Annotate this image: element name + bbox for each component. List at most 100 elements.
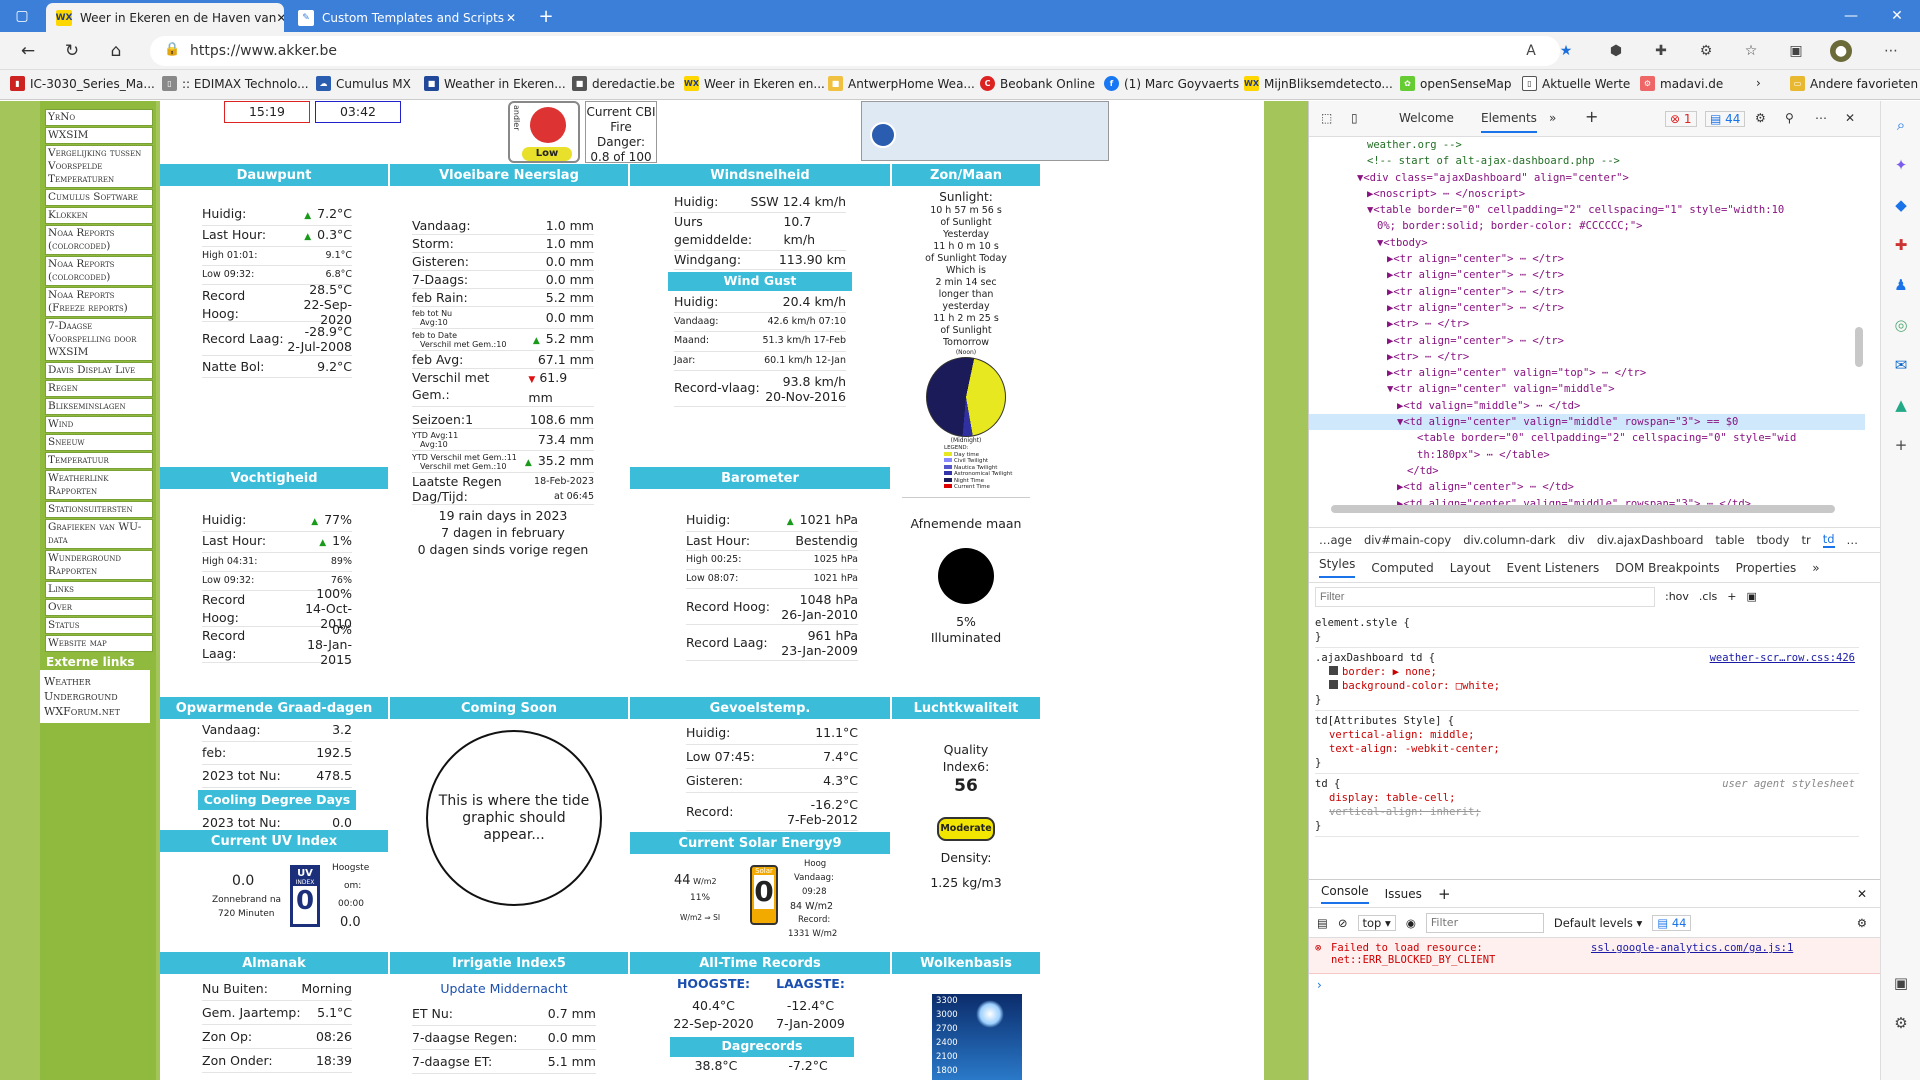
sidebar-item[interactable]: WXSIM bbox=[45, 127, 153, 144]
copilot-icon[interactable]: ✦ bbox=[1889, 153, 1913, 177]
sidebar-item[interactable]: Wunderground Rapporten bbox=[45, 550, 153, 580]
dom-node[interactable]: ▶<tr align="center"> ⋯ </tr> bbox=[1309, 267, 1865, 283]
close-devtools-icon[interactable]: ✕ bbox=[1845, 111, 1855, 125]
fav-item[interactable]: WX MijnBliksemdetecto... bbox=[1244, 76, 1393, 91]
add-sidebar-app-icon[interactable]: + bbox=[1889, 433, 1913, 457]
dom-node-selected[interactable]: ▼<td align="center" valign="middle" rows… bbox=[1309, 414, 1865, 431]
sidebar-item[interactable]: Over bbox=[45, 599, 153, 616]
dom-node[interactable]: </td> bbox=[1309, 463, 1865, 479]
update-midnight-link[interactable]: Update Middernacht bbox=[412, 977, 596, 1000]
home-icon[interactable]: ⌂ bbox=[102, 38, 130, 64]
close-drawer-icon[interactable]: ✕ bbox=[1857, 887, 1867, 901]
fav-item[interactable]: f (1) Marc Goyvaerts bbox=[1104, 76, 1239, 91]
sidebar-item[interactable]: Weatherlink Rapporten bbox=[45, 470, 153, 500]
console-tab[interactable]: Console bbox=[1321, 884, 1369, 904]
dom-node[interactable]: ▶<td valign="middle"> ⋯ </td> bbox=[1309, 398, 1865, 414]
context-select[interactable]: top ▾ bbox=[1357, 914, 1396, 931]
sidebar-item[interactable]: Regen bbox=[45, 380, 153, 397]
vertical-scrollbar[interactable] bbox=[1855, 327, 1863, 367]
issue-count-badge[interactable]: ▤ 44 bbox=[1652, 914, 1692, 931]
dom-node[interactable]: th:180px"> ⋯ </table> bbox=[1309, 447, 1865, 463]
console-sidebar-icon[interactable]: ▤ bbox=[1317, 916, 1328, 930]
fav-item[interactable]: ✿ openSenseMap bbox=[1400, 76, 1512, 91]
dom-node[interactable]: ▶<tr align="center"> ⋯ </tr> bbox=[1309, 251, 1865, 267]
devtools-tab-elements[interactable]: Elements bbox=[1481, 111, 1537, 133]
breadcrumb-item[interactable]: … bbox=[1847, 533, 1859, 547]
sidebar-item[interactable]: Noaa Reports (colorcoded) bbox=[45, 256, 153, 286]
property-checkbox[interactable] bbox=[1329, 680, 1338, 689]
tab-custom-templates[interactable]: ✎ Custom Templates and Scripts ✕ bbox=[288, 3, 526, 32]
external-link[interactable]: WXForum.net bbox=[44, 704, 146, 719]
sidebar-layout-icon[interactable]: ▣ bbox=[1889, 971, 1913, 995]
breadcrumb-item[interactable]: table bbox=[1715, 533, 1744, 547]
sidebar-item[interactable]: Sneeuw bbox=[45, 434, 153, 451]
connect-icon[interactable]: ⚲ bbox=[1785, 111, 1794, 125]
more-tabs-icon[interactable]: » bbox=[1549, 111, 1556, 125]
cls-toggle[interactable]: .cls bbox=[1699, 590, 1717, 604]
dom-node[interactable]: ▼<div class="ajaxDashboard" align="cente… bbox=[1309, 170, 1865, 186]
sidebar-item[interactable]: YrNo bbox=[45, 109, 153, 126]
dom-node[interactable]: 0%; border:solid; border-color: #CCCCCC;… bbox=[1309, 218, 1865, 234]
search-icon[interactable]: ⌕ bbox=[1889, 113, 1913, 137]
breadcrumb-item[interactable]: td bbox=[1822, 532, 1835, 548]
dom-node[interactable]: ▶<tr align="center"> ⋯ </tr> bbox=[1309, 333, 1865, 349]
dom-node[interactable]: ▶<tr align="center" valign="top"> ⋯ </tr… bbox=[1309, 365, 1865, 381]
rule-source[interactable]: user agent stylesheet bbox=[1722, 777, 1855, 791]
collections-icon[interactable]: ▣ bbox=[1785, 40, 1807, 62]
games-icon[interactable]: ♟ bbox=[1889, 273, 1913, 297]
sidebar-item[interactable]: Stationsuitersten bbox=[45, 501, 153, 518]
style-property[interactable]: display: table-cell; bbox=[1329, 792, 1455, 804]
sidebar-item[interactable]: Cumulus Software bbox=[45, 189, 153, 206]
fav-item[interactable]: ▮ IC-3030_Series_Ma... bbox=[10, 76, 155, 91]
styles-tab[interactable]: Computed bbox=[1371, 561, 1433, 575]
sidebar-item[interactable]: Grafieken van WU-data bbox=[45, 519, 153, 549]
fav-item[interactable]: C Beobank Online bbox=[980, 76, 1095, 91]
styles-tab[interactable]: DOM Breakpoints bbox=[1615, 561, 1719, 575]
dom-node[interactable]: ▶<td align="center"> ⋯ </td> bbox=[1309, 479, 1865, 495]
fav-folder[interactable]: ▭ Andere favorieten bbox=[1790, 76, 1918, 91]
sidebar-item[interactable]: Links bbox=[45, 581, 153, 598]
live-expression-icon[interactable]: ◉ bbox=[1406, 916, 1416, 930]
property-checkbox[interactable] bbox=[1329, 666, 1338, 675]
fav-item[interactable]: WX Weer in Ekeren en... bbox=[684, 76, 825, 91]
dom-node[interactable]: <!-- start of alt-ajax-dashboard.php --> bbox=[1309, 153, 1865, 169]
dom-node[interactable]: ▶<tr> ⋯ </tr> bbox=[1309, 349, 1865, 365]
breadcrumb-item[interactable]: div.column-dark bbox=[1463, 533, 1555, 547]
styles-tab[interactable]: Styles bbox=[1319, 557, 1356, 578]
new-tab-icon[interactable]: + bbox=[530, 0, 562, 32]
dom-tree[interactable]: weather.org --> <!-- start of alt-ajax-da… bbox=[1309, 137, 1865, 517]
fav-item[interactable]: ■ Weather in Ekeren... bbox=[424, 76, 566, 91]
computed-sidebar-icon[interactable]: ▣ bbox=[1746, 590, 1756, 604]
settings-gear-icon[interactable]: ⚙ bbox=[1755, 111, 1766, 125]
sidebar-item[interactable]: Davis Display Live bbox=[45, 362, 153, 379]
style-property[interactable]: vertical-align: middle; bbox=[1329, 729, 1474, 741]
sidebar-item[interactable]: 7-Daagse Voorspelling door WXSIM bbox=[45, 318, 153, 361]
extension-icon[interactable]: ⬢ bbox=[1605, 40, 1627, 62]
console-filter-input[interactable] bbox=[1425, 912, 1544, 933]
hov-toggle[interactable]: :hov bbox=[1665, 590, 1689, 604]
sidebar-item[interactable]: Noaa Reports (Freeze reports) bbox=[45, 287, 153, 317]
url-input[interactable]: 🔒 https://www.akker.be bbox=[150, 36, 1560, 66]
refresh-icon[interactable]: ↻ bbox=[58, 38, 86, 64]
sidebar-item[interactable]: Website map bbox=[45, 635, 153, 652]
minimize-icon[interactable]: — bbox=[1828, 0, 1874, 32]
extensions-icon[interactable]: ⚙ bbox=[1695, 40, 1717, 62]
sidebar-item[interactable]: Wind bbox=[45, 416, 153, 433]
styles-tab[interactable]: Event Listeners bbox=[1507, 561, 1600, 575]
fav-item[interactable]: ▯ Aktuelle Werte bbox=[1522, 76, 1630, 91]
more-menu-icon[interactable]: ⋯ bbox=[1880, 40, 1902, 62]
sidebar-item[interactable]: Status bbox=[45, 617, 153, 634]
fav-item[interactable]: ⚙ madavi.de bbox=[1640, 76, 1723, 91]
close-window-icon[interactable]: ✕ bbox=[1874, 0, 1920, 32]
fav-item[interactable]: ▯:: EDIMAX Technolo... bbox=[162, 76, 309, 91]
devtools-tab-welcome[interactable]: Welcome bbox=[1399, 111, 1454, 125]
breadcrumb-item[interactable]: tr bbox=[1801, 533, 1810, 547]
breadcrumb-item[interactable]: div.ajaxDashboard bbox=[1597, 533, 1704, 547]
console-settings-icon[interactable]: ⚙ bbox=[1857, 916, 1867, 930]
sidebar-settings-icon[interactable]: ⚙ bbox=[1889, 1011, 1913, 1035]
tree-icon[interactable]: ▲ bbox=[1889, 393, 1913, 417]
breadcrumb-item[interactable]: tbody bbox=[1757, 533, 1790, 547]
back-icon[interactable]: ← bbox=[14, 38, 42, 64]
dom-node[interactable]: weather.org --> bbox=[1309, 137, 1865, 153]
rule-source[interactable]: weather-scr…row.css:426 bbox=[1710, 651, 1855, 665]
